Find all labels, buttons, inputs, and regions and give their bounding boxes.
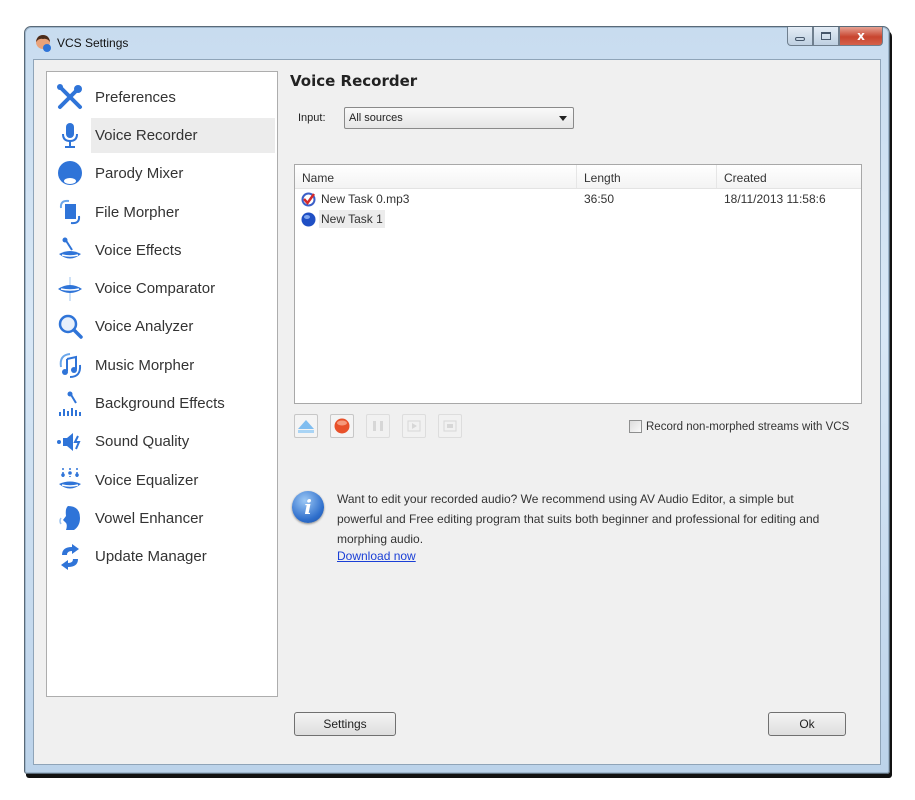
row-length: 36:50: [584, 192, 615, 206]
sidebar: Preferences Voice Recorder Parody Mixer …: [46, 71, 278, 697]
pause-icon: [373, 421, 383, 431]
table-row[interactable]: New Task 0.mp3 36:50 18/11/2013 11:58:6: [295, 189, 861, 209]
sidebar-item-label: Voice Comparator: [95, 280, 216, 298]
music-note-icon: [55, 350, 85, 380]
sidebar-item-label: Background Effects: [95, 395, 225, 413]
record-non-morphed-checkbox[interactable]: [629, 420, 642, 433]
sidebar-item-voice-equalizer[interactable]: Voice Equalizer: [47, 461, 277, 499]
record-button[interactable]: [330, 414, 354, 438]
sidebar-item-voice-analyzer[interactable]: Voice Analyzer: [47, 308, 277, 346]
column-header-name[interactable]: Name: [295, 165, 577, 188]
close-icon: x: [857, 29, 865, 43]
sidebar-item-voice-comparator[interactable]: Voice Comparator: [47, 269, 277, 307]
row-created: 18/11/2013 11:58:6: [724, 192, 826, 206]
lips-compare-icon: [55, 274, 85, 304]
play-icon: [407, 420, 421, 432]
record-non-morphed-option[interactable]: Record non-morphed streams with VCS: [629, 420, 849, 433]
play-button[interactable]: [402, 414, 426, 438]
minimize-icon: [795, 36, 805, 41]
sidebar-item-label: Voice Effects: [95, 241, 182, 259]
head-profile-icon: [55, 503, 85, 533]
stop-button[interactable]: [438, 414, 462, 438]
recordings-list[interactable]: Name Length Created New Task 0.mp3 36:50…: [294, 164, 862, 404]
parody-mask-icon: [55, 159, 85, 189]
file-morph-icon: [55, 197, 85, 227]
sidebar-item-label: Parody Mixer: [95, 165, 184, 183]
sidebar-item-file-morpher[interactable]: File Morpher: [47, 193, 277, 231]
title-bar[interactable]: VCS Settings x: [25, 27, 889, 59]
window-title: VCS Settings: [57, 36, 129, 50]
settings-button[interactable]: Settings: [294, 712, 396, 736]
input-source-select[interactable]: All sources: [344, 107, 574, 129]
wrench-screwdriver-icon: [55, 82, 85, 112]
vcs-settings-window: VCS Settings x Preferences Voice Recorde…: [24, 26, 890, 774]
sidebar-item-label: Sound Quality: [95, 433, 190, 451]
ok-button[interactable]: Ok: [768, 712, 846, 736]
lips-microphone-icon: [55, 235, 85, 265]
pause-button[interactable]: [366, 414, 390, 438]
sidebar-item-voice-effects[interactable]: Voice Effects: [47, 231, 277, 269]
speaker-icon: [55, 427, 85, 457]
magnifier-icon: [55, 312, 85, 342]
table-row[interactable]: New Task 1: [295, 209, 861, 229]
info-icon: i: [292, 491, 324, 523]
client-area: Preferences Voice Recorder Parody Mixer …: [33, 59, 881, 765]
sidebar-item-background-effects[interactable]: Background Effects: [47, 384, 277, 422]
eject-button[interactable]: [294, 414, 318, 438]
input-source-value: All sources: [349, 112, 403, 124]
close-button[interactable]: x: [839, 27, 883, 46]
sidebar-item-label: Voice Equalizer: [95, 471, 199, 489]
checked-task-icon: [301, 192, 316, 207]
sidebar-item-update-manager[interactable]: Update Manager: [47, 538, 277, 576]
column-header-created[interactable]: Created: [717, 165, 861, 188]
column-header-length[interactable]: Length: [577, 165, 717, 188]
row-name: New Task 1: [319, 210, 385, 228]
sidebar-item-parody-mixer[interactable]: Parody Mixer: [47, 155, 277, 193]
sidebar-item-vowel-enhancer[interactable]: Vowel Enhancer: [47, 499, 277, 537]
maximize-icon: [821, 32, 831, 40]
list-header: Name Length Created: [295, 165, 861, 189]
record-non-morphed-label: Record non-morphed streams with VCS: [646, 420, 850, 433]
stop-icon: [443, 420, 457, 432]
info-text: Want to edit your recorded audio? We rec…: [337, 492, 820, 546]
microphone-icon: [55, 120, 85, 150]
page-title: Voice Recorder: [290, 72, 418, 90]
main-panel: Voice Recorder Input: All sources Name L…: [288, 71, 870, 764]
sidebar-item-label: File Morpher: [95, 203, 180, 221]
sidebar-item-label: Vowel Enhancer: [95, 509, 204, 527]
row-name: New Task 0.mp3: [321, 192, 410, 206]
record-icon: [334, 418, 350, 434]
download-now-link[interactable]: Download now: [337, 549, 416, 563]
update-arrows-icon: [55, 542, 85, 572]
sidebar-item-label: Preferences: [95, 88, 176, 106]
eject-icon: [298, 420, 314, 433]
chevron-down-icon: [559, 116, 567, 121]
sidebar-item-label: Voice Analyzer: [95, 318, 194, 336]
blue-task-icon: [301, 212, 316, 227]
sidebar-item-preferences[interactable]: Preferences: [47, 78, 277, 116]
sidebar-item-label: Music Morpher: [95, 356, 195, 374]
sidebar-item-voice-recorder[interactable]: Voice Recorder: [47, 116, 277, 154]
maximize-button[interactable]: [813, 27, 839, 46]
equalizer-mic-icon: [55, 389, 85, 419]
sidebar-item-music-morpher[interactable]: Music Morpher: [47, 346, 277, 384]
input-label: Input:: [298, 112, 326, 124]
lips-equalizer-icon: [55, 465, 85, 495]
sidebar-item-label: Voice Recorder: [91, 117, 275, 153]
sidebar-item-sound-quality[interactable]: Sound Quality: [47, 423, 277, 461]
app-icon: [34, 34, 52, 52]
recorder-toolbar: [294, 414, 462, 438]
sidebar-item-label: Update Manager: [95, 548, 207, 566]
minimize-button[interactable]: [787, 27, 813, 46]
